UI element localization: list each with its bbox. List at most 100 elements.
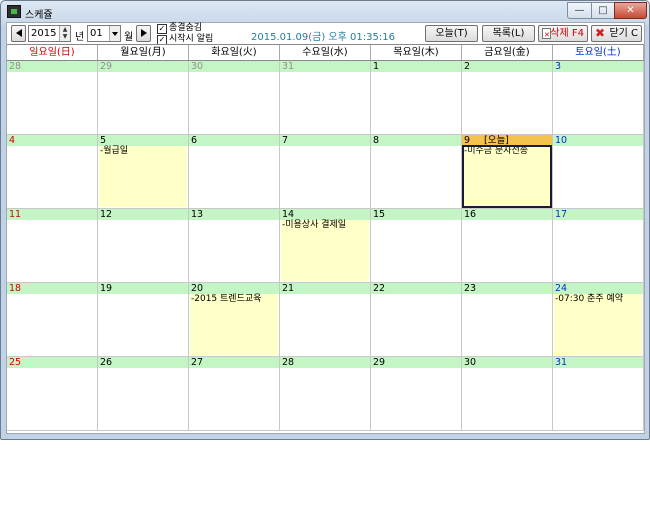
- day-number: 15: [371, 209, 461, 220]
- day-cell[interactable]: 18: [7, 283, 98, 357]
- day-cell[interactable]: 12: [98, 209, 189, 283]
- day-cell[interactable]: 29: [98, 61, 189, 135]
- day-number: 26: [98, 357, 188, 368]
- day-cell[interactable]: 30: [189, 61, 280, 135]
- day-cell[interactable]: 14 -미용상사 결제일: [280, 209, 371, 283]
- day-number: 30: [462, 357, 552, 368]
- close-window-button[interactable]: ✕: [614, 2, 647, 19]
- day-number: 20: [189, 283, 279, 294]
- month-calendar: 일요일(日) 월요일(月) 화요일(火) 수요일(水) 목요일(木) 금요일(金…: [7, 44, 644, 505]
- day-cell[interactable]: 13: [189, 209, 280, 283]
- day-number: 1: [371, 61, 461, 72]
- day-cell[interactable]: 28: [280, 357, 371, 431]
- day-cell[interactable]: 3: [553, 61, 644, 135]
- day-number: 29: [98, 61, 188, 72]
- day-cell[interactable]: 16: [462, 209, 553, 283]
- day-cell[interactable]: 1: [371, 61, 462, 135]
- day-number: 17: [553, 209, 643, 220]
- day-number: 7: [280, 135, 370, 146]
- day-cell[interactable]: 4: [7, 135, 98, 209]
- day-number: 21: [280, 283, 370, 294]
- delete-button-label: 삭제 F4: [550, 28, 584, 39]
- day-cell[interactable]: 23: [462, 283, 553, 357]
- weekday-wednesday: 수요일(水): [280, 45, 371, 60]
- day-cell[interactable]: 28: [7, 61, 98, 135]
- close-x-icon: ✖: [595, 26, 606, 40]
- title-bar[interactable]: 스케쥴 — □ ✕: [1, 1, 649, 23]
- day-number: 24: [553, 283, 643, 294]
- day-cell[interactable]: 5 -월급일: [98, 135, 189, 209]
- day-cell[interactable]: 10: [553, 135, 644, 209]
- day-number: 30: [189, 61, 279, 72]
- close-schedule-button[interactable]: ✖ 닫기 C: [591, 25, 642, 42]
- weekday-thursday: 목요일(木): [371, 45, 462, 60]
- spin-arrows-icon[interactable]: ▲ ▼: [59, 26, 70, 41]
- weekday-header: 일요일(日) 월요일(月) 화요일(火) 수요일(水) 목요일(木) 금요일(金…: [7, 44, 644, 61]
- day-number: 6: [189, 135, 279, 146]
- day-cell[interactable]: 26: [98, 357, 189, 431]
- day-cell[interactable]: 9 [오늘] -미수금 문자전송: [462, 135, 553, 209]
- day-cell[interactable]: 17: [553, 209, 644, 283]
- event-item[interactable]: -월급일: [100, 146, 128, 157]
- day-cell[interactable]: 27: [189, 357, 280, 431]
- maximize-icon: □: [598, 5, 608, 16]
- day-number: 25: [7, 357, 97, 368]
- day-number: 31: [553, 357, 643, 368]
- maximize-button[interactable]: □: [591, 2, 615, 19]
- day-cell[interactable]: 24 -07:30 춘주 예약: [553, 283, 644, 357]
- arrow-left-icon: [15, 29, 22, 37]
- day-cell[interactable]: 31: [553, 357, 644, 431]
- day-cell[interactable]: 21: [280, 283, 371, 357]
- day-cell[interactable]: 30: [462, 357, 553, 431]
- day-cell[interactable]: 15: [371, 209, 462, 283]
- day-cell[interactable]: 6: [189, 135, 280, 209]
- delete-button[interactable]: 삭제 F4: [538, 25, 588, 43]
- calendar-week-row: 18 19 20 -2015 트렌드교육 21 22 23 24 -07:30 춘주 예약: [7, 283, 644, 357]
- event-item[interactable]: -2015 트렌드교육: [191, 294, 261, 305]
- client-area: 2015 ▲ ▼ 년 01 월 ✓ 종결숨김 ✓ 시작시 알림 2015.01.0…: [6, 22, 645, 434]
- day-cell[interactable]: 7: [280, 135, 371, 209]
- app-icon: [7, 5, 21, 18]
- calendar-week-row: 25 26 27 28 29 30 31: [7, 357, 644, 431]
- day-number: 12: [98, 209, 188, 220]
- day-cell[interactable]: 29: [371, 357, 462, 431]
- chevron-down-icon[interactable]: [109, 26, 120, 41]
- year-unit-label: 년: [75, 32, 85, 43]
- schedule-window: 스케쥴 — □ ✕ 2015 ▲ ▼ 년 01 월 ✓ 종결숨김 ✓ 시작시 알림…: [0, 0, 650, 440]
- day-number: 31: [280, 61, 370, 72]
- close-schedule-label: 닫기 C: [609, 28, 638, 39]
- weekday-monday: 월요일(月): [98, 45, 189, 60]
- calendar-week-row: 28 29 30 31 1 2 3: [7, 61, 644, 135]
- list-button[interactable]: 목록(L): [482, 25, 535, 42]
- day-number: 8: [371, 135, 461, 146]
- arrow-right-icon: [140, 29, 147, 37]
- minimize-button[interactable]: —: [567, 2, 592, 19]
- month-unit-label: 월: [124, 32, 134, 43]
- event-item[interactable]: -미용상사 결제일: [282, 220, 346, 231]
- day-number: 16: [462, 209, 552, 220]
- day-cell[interactable]: 25: [7, 357, 98, 431]
- day-cell[interactable]: 20 -2015 트렌드교육: [189, 283, 280, 357]
- day-cell[interactable]: 22: [371, 283, 462, 357]
- prev-month-button[interactable]: [11, 25, 26, 42]
- day-number: 28: [7, 61, 97, 72]
- day-cell[interactable]: 8: [371, 135, 462, 209]
- day-cell[interactable]: 19: [98, 283, 189, 357]
- day-number: 27: [189, 357, 279, 368]
- day-number: 19: [98, 283, 188, 294]
- day-number: 13: [189, 209, 279, 220]
- year-spinner-input[interactable]: 2015 ▲ ▼: [28, 25, 71, 42]
- next-month-button[interactable]: [136, 25, 151, 42]
- today-button[interactable]: 오늘(T): [425, 25, 478, 42]
- day-cell[interactable]: 2: [462, 61, 553, 135]
- calendar-weeks: 28 29 30 31 1 2 3 4 5 -월급일 6 7 8 9 [오늘] -미수금 문자전송 10 11 12…: [7, 61, 644, 505]
- month-select[interactable]: 01: [87, 25, 121, 42]
- event-item[interactable]: -07:30 춘주 예약: [555, 294, 623, 305]
- delete-document-icon: [542, 28, 551, 43]
- day-number: 5: [98, 135, 188, 146]
- weekday-friday: 금요일(金): [462, 45, 553, 60]
- day-cell[interactable]: 31: [280, 61, 371, 135]
- weekday-saturday: 토요일(土): [553, 45, 644, 60]
- day-cell[interactable]: 11: [7, 209, 98, 283]
- weekday-tuesday: 화요일(火): [189, 45, 280, 60]
